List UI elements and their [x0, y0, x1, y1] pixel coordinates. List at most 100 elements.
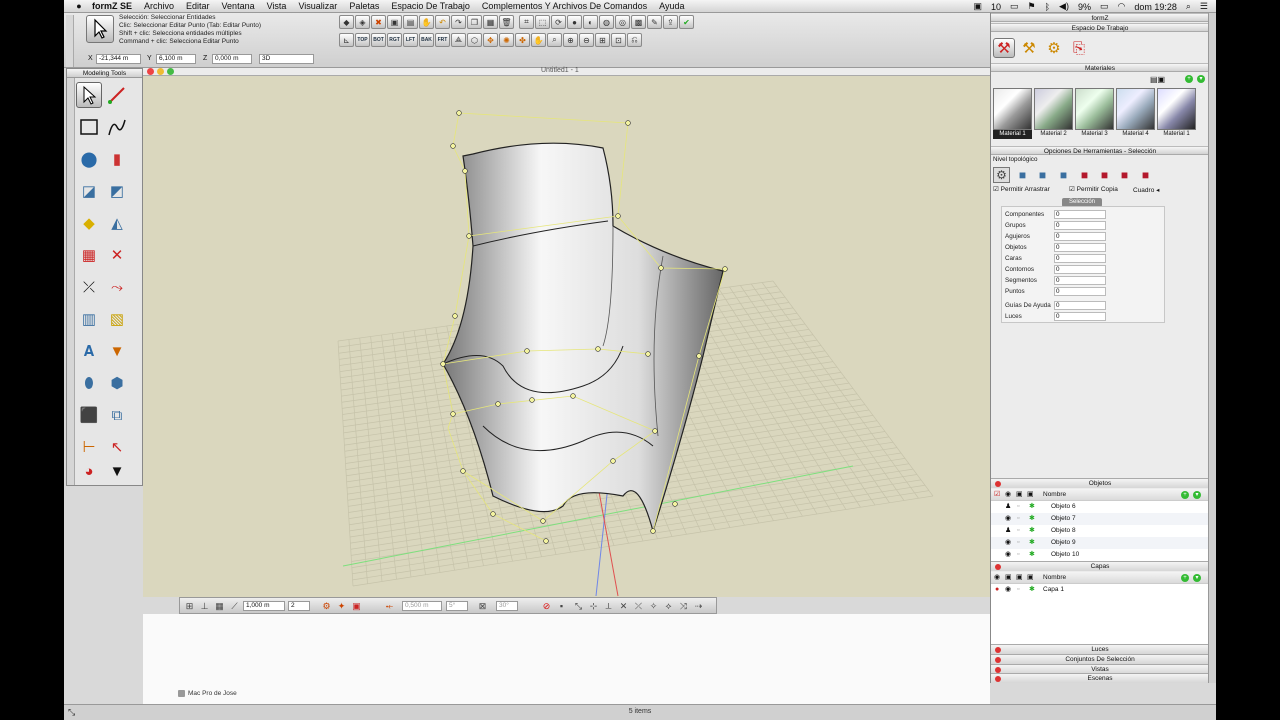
menu-espacio-de-trabajo[interactable]: Espacio De Trabajo — [385, 1, 476, 11]
snap-tangent-icon[interactable]: ⤫ — [632, 600, 645, 612]
current-tool-icon[interactable] — [86, 15, 114, 43]
hard-disk-icon[interactable] — [178, 690, 185, 697]
control-point[interactable] — [672, 501, 678, 507]
snap-options-icon[interactable]: ⚙ — [320, 600, 333, 612]
add-material-icon[interactable]: + — [1185, 75, 1193, 83]
control-point[interactable] — [529, 397, 535, 403]
pencil-icon[interactable]: ✎ — [647, 15, 662, 29]
render-icon[interactable]: ✱ — [1029, 549, 1035, 561]
objects-header[interactable]: Objetos — [991, 478, 1209, 488]
display-icon[interactable]: ▭ — [1010, 1, 1019, 12]
lock-icon[interactable]: ▫ — [1017, 525, 1019, 537]
nurbs-surface-tool-icon[interactable]: ▥ — [76, 306, 102, 332]
cylinder-tool-icon[interactable]: ▮ — [104, 146, 130, 172]
bluetooth-icon[interactable]: ᛒ — [1045, 2, 1050, 12]
modeling-viewport[interactable] — [143, 76, 990, 597]
control-point[interactable] — [570, 393, 576, 399]
angle-field[interactable]: 5° — [446, 601, 468, 611]
material-swatch[interactable]: Material 1 — [1157, 88, 1196, 140]
ruler-icon[interactable]: ⟋ — [228, 600, 241, 612]
object-options-icon[interactable]: ▾ — [1193, 491, 1201, 499]
render-settings-icon[interactable]: ▩ — [631, 15, 646, 29]
zoom-all-icon[interactable]: ⊞ — [595, 33, 610, 47]
selection-sets-header[interactable]: Conjuntos De Selección — [991, 654, 1209, 664]
allow-drag-checkbox[interactable]: ☑ Permitir Arrastrar — [993, 185, 1050, 193]
menu-ventana[interactable]: Ventana — [216, 1, 261, 11]
nurbs-edit-tool-icon[interactable]: ⤳ — [104, 274, 130, 300]
control-point[interactable] — [460, 468, 466, 474]
z-coord-field[interactable]: 0,000 m — [212, 54, 252, 64]
topology-object-icon[interactable]: ■ — [1014, 167, 1031, 183]
snap-column-icon[interactable]: ▣ — [1016, 572, 1023, 584]
previous-view-icon[interactable]: ⎌ — [627, 33, 642, 47]
eye-icon[interactable]: ◉ — [1005, 513, 1011, 525]
snap-grid-icon[interactable]: ▦ — [213, 600, 226, 612]
visibility-check-icon[interactable]: ☑ — [994, 489, 1000, 501]
layers-icon[interactable]: ▤ — [403, 15, 418, 29]
control-point[interactable] — [452, 313, 458, 319]
battery-percent[interactable]: 9% — [1078, 2, 1091, 12]
text-path-tool-icon[interactable]: ▼ — [104, 338, 130, 364]
x-coord-field[interactable]: -21,344 m — [96, 54, 141, 64]
sphere-icon[interactable]: ● — [567, 15, 582, 29]
lock-icon[interactable]: ▫ — [1017, 501, 1019, 513]
snap-end-icon[interactable]: ⇢ — [692, 600, 705, 612]
sweep-tool-icon[interactable]: ◭ — [104, 210, 130, 236]
object-row[interactable]: ◉ ▫ ✱ Objeto 9 — [991, 537, 1209, 549]
text-tool-icon[interactable]: 𝐀 — [76, 338, 102, 364]
cube-icon[interactable]: ▣ — [387, 15, 402, 29]
eye-icon[interactable]: ◉ — [1005, 537, 1011, 549]
angle-step-field[interactable]: 0,500 m — [402, 601, 442, 611]
lock-icon[interactable]: ▫ — [1017, 513, 1019, 525]
wifi-icon[interactable]: ◠ — [1117, 1, 1125, 12]
zoom-in-icon[interactable]: ⊕ — [563, 33, 578, 47]
model-scene[interactable] — [143, 76, 990, 597]
topology-group-icon[interactable]: ■ — [1034, 167, 1051, 183]
render-column-icon[interactable]: ▣ — [1027, 572, 1034, 584]
material-ball-icon[interactable]: ◍ — [599, 15, 614, 29]
snap-intersection-icon[interactable]: ✧ — [647, 600, 660, 612]
rotate-view-icon[interactable]: ⟳ — [551, 15, 566, 29]
allow-copy-checkbox[interactable]: ☑ Permitir Copia — [1069, 185, 1118, 193]
close-window-icon[interactable] — [147, 68, 154, 75]
control-point[interactable] — [645, 351, 651, 357]
redo-icon[interactable]: ↷ — [451, 15, 466, 29]
boolean-tool-icon[interactable]: ◆ — [76, 210, 102, 236]
menu-visualizar[interactable]: Visualizar — [292, 1, 343, 11]
copy-tool-icon[interactable]: ⧉ — [104, 402, 130, 428]
battery-icon[interactable]: ▭ — [1100, 1, 1109, 12]
topology-point-icon[interactable]: ■ — [1116, 167, 1133, 183]
orbit-icon[interactable]: ✺ — [499, 33, 514, 47]
rectangle-tool-icon[interactable] — [76, 114, 102, 140]
rotation-field[interactable]: 30° — [496, 601, 518, 611]
control-point[interactable] — [462, 168, 468, 174]
panel-scrollbar[interactable] — [1208, 13, 1216, 683]
split-tool-icon[interactable]: ✕ — [104, 242, 130, 268]
control-point[interactable] — [440, 361, 446, 367]
resize-icon[interactable]: ⤡ — [68, 705, 75, 719]
menu-clock[interactable]: dom 19:28 — [1134, 2, 1177, 12]
lights-header[interactable]: Luces — [991, 644, 1209, 654]
hidden-line-icon[interactable]: ⬚ — [535, 15, 550, 29]
nurbs-curve-tool-icon[interactable]: ⤫ — [76, 274, 102, 300]
control-point[interactable] — [615, 213, 621, 219]
deform-tool-icon[interactable]: ⬮ — [76, 370, 102, 396]
control-point[interactable] — [625, 120, 631, 126]
copy-icon[interactable]: ❐ — [467, 15, 482, 29]
topology-hole-icon[interactable]: ■ — [1137, 167, 1154, 183]
hand-icon[interactable]: ✋ — [419, 15, 434, 29]
materials-view-icon[interactable]: ▤▣ — [1150, 75, 1165, 84]
control-point[interactable] — [495, 401, 501, 407]
sphere-tool-icon[interactable]: ⬤ — [76, 146, 102, 172]
add-layer-icon[interactable]: + — [1181, 574, 1189, 582]
control-point[interactable] — [450, 411, 456, 417]
control-point[interactable] — [456, 110, 462, 116]
pan-icon[interactable]: ✥ — [483, 33, 498, 47]
flag-icon[interactable]: ⚑ — [1028, 1, 1036, 12]
notification-center-icon[interactable]: ☰ — [1200, 1, 1208, 12]
control-point[interactable] — [696, 353, 702, 359]
topology-face-icon[interactable]: ■ — [1055, 167, 1072, 183]
eye-column-icon[interactable]: ◉ — [1005, 489, 1011, 501]
snap-edge-icon[interactable]: ⟡ — [662, 600, 675, 612]
grid-size-field[interactable]: 1,000 m — [243, 601, 285, 611]
